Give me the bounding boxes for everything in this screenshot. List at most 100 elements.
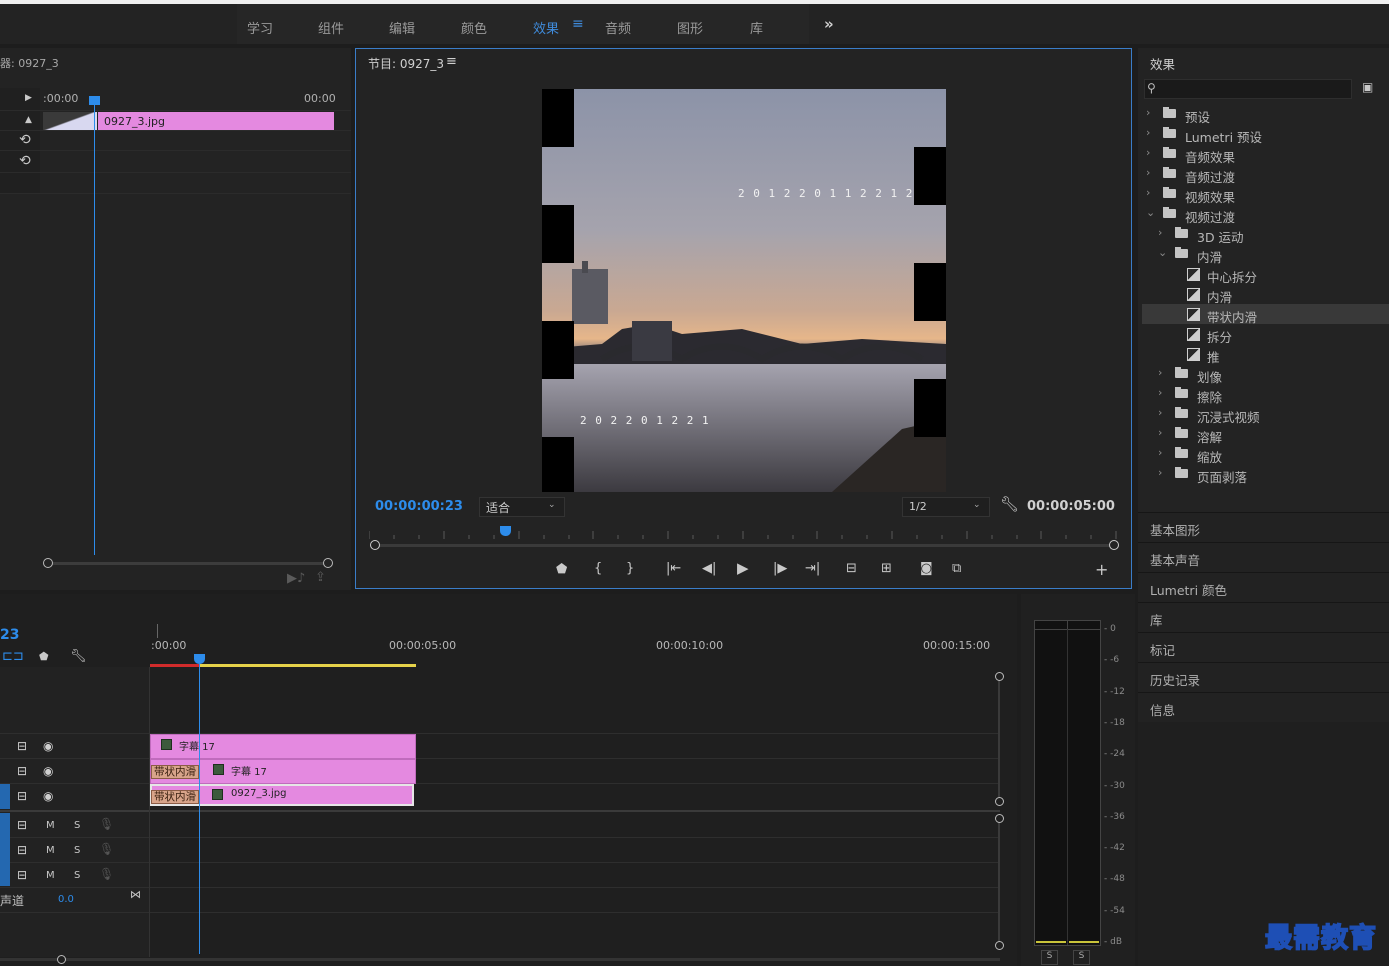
workspace-tab-libraries[interactable]: 库 [750, 18, 763, 37]
work-area-bar[interactable] [200, 664, 416, 667]
play-icon[interactable]: ▶ [737, 561, 749, 576]
toggle-sync-lock-icon[interactable]: ⊟ [17, 739, 27, 753]
scroll-handle[interactable] [995, 814, 1004, 823]
chevron-right-icon[interactable]: › [1146, 126, 1150, 139]
workspace-tab-assembly[interactable]: 组件 [318, 18, 344, 37]
chevron-right-icon[interactable]: › [1158, 466, 1162, 479]
scroll-handle[interactable] [57, 955, 66, 964]
chevron-right-icon[interactable]: › [1158, 226, 1162, 239]
side-panel-tab[interactable]: 标记 [1138, 632, 1389, 662]
effects-tree-item[interactable]: › 缩放 [1142, 444, 1389, 465]
side-panel-tab[interactable]: 基本图形 [1138, 512, 1389, 542]
audio-vertical-scrollbar[interactable] [998, 818, 1000, 946]
mute-button-a2[interactable]: M [46, 845, 55, 856]
effects-tree-item[interactable]: › 音频过渡 [1142, 164, 1389, 185]
monitor-time-ruler[interactable] [368, 527, 1117, 539]
add-button-icon[interactable]: + [1095, 562, 1108, 578]
side-panel-tab[interactable]: 信息 [1138, 692, 1389, 722]
effects-tree-item[interactable]: ⌄ 内滑 [1142, 244, 1389, 265]
go-to-in-icon[interactable]: |⇤ [666, 562, 681, 575]
monitor-playhead[interactable] [500, 526, 511, 536]
side-panel-tab[interactable]: 基本声音 [1138, 542, 1389, 572]
toggle-sync-lock-icon[interactable]: ⊟ [17, 843, 27, 857]
microphone-icon[interactable]: 🎙︎ [99, 867, 114, 881]
export-icon[interactable]: ⇪ [315, 571, 326, 584]
workspace-tab-learn[interactable]: 学习 [247, 18, 273, 37]
clip-indicator-left[interactable] [1035, 621, 1068, 630]
effects-tree-item[interactable]: › 擦除 [1142, 384, 1389, 405]
effects-tree-item[interactable]: 带状内滑 [1142, 304, 1389, 325]
workspace-tab-graphics[interactable]: 图形 [677, 18, 703, 37]
side-panel-tab[interactable]: 库 [1138, 602, 1389, 632]
microphone-icon[interactable]: 🎙︎ [99, 842, 114, 856]
clip-v3-title[interactable]: 字幕 17 [150, 734, 416, 759]
extract-icon[interactable]: ⊞ [881, 562, 892, 575]
effects-panel-title[interactable]: 效果 [1150, 54, 1175, 73]
timeline-current-time[interactable]: 23 [0, 627, 19, 643]
effects-tree-item[interactable]: 中心拆分 [1142, 264, 1389, 285]
chevron-right-icon[interactable]: › [1158, 406, 1162, 419]
zoom-handle-left[interactable] [370, 540, 380, 550]
toggle-sync-lock-icon[interactable]: ⊟ [17, 818, 27, 832]
transition-graphic[interactable] [43, 112, 97, 130]
eye-icon[interactable]: ◉ [43, 739, 53, 753]
reset-icon-2[interactable]: ⟲ [19, 154, 31, 168]
mute-button-a1[interactable]: M [46, 820, 55, 831]
chevron-right-icon[interactable]: › [1146, 106, 1150, 119]
resolution-select[interactable]: 1/2 ⌄ [902, 497, 990, 517]
wrench-icon[interactable]: 🔧︎ [70, 650, 87, 663]
add-marker-icon[interactable]: ⬟ [39, 651, 49, 662]
transition-v1[interactable]: 带状内滑 [151, 790, 199, 804]
toggle-sync-lock-icon[interactable]: ⊟ [17, 764, 27, 778]
scroll-handle-left[interactable] [43, 558, 53, 568]
v1-target-indicator[interactable] [0, 784, 10, 809]
program-monitor-title[interactable]: 节目: 0927_3 [368, 55, 444, 72]
toggle-sync-lock-icon[interactable]: ⊟ [17, 868, 27, 882]
eye-icon[interactable]: ◉ [43, 764, 53, 778]
play-only-audio-icon[interactable]: ▶♪ [287, 572, 305, 585]
step-forward-icon[interactable]: |▶ [773, 562, 787, 575]
workspace-menu-icon[interactable]: ≡ [572, 16, 584, 32]
source-zoom-scrollbar[interactable] [47, 562, 328, 565]
solo-button-a3[interactable]: S [74, 870, 80, 881]
effects-tree-item[interactable]: 内滑 [1142, 284, 1389, 305]
effects-tree-item[interactable]: 拆分 [1142, 324, 1389, 345]
effects-tree-item[interactable]: › 页面剥落 [1142, 464, 1389, 485]
effects-tree-item[interactable]: › 沉浸式视频 [1142, 404, 1389, 425]
fit-select[interactable]: 适合 ⌄ [479, 497, 565, 517]
timeline-ruler[interactable]: :00:00 00:00:05:00 00:00:10:00 00:00:15:… [150, 622, 1010, 666]
zoom-handle-right[interactable] [1109, 540, 1119, 550]
reset-icon[interactable]: ⟲ [19, 133, 31, 147]
add-marker-icon[interactable]: ⬟ [556, 563, 567, 576]
source-clip[interactable]: 0927_3.jpg [98, 112, 334, 130]
more-workspaces-icon[interactable]: » [824, 15, 834, 33]
solo-right-button[interactable]: S [1073, 950, 1090, 965]
solo-left-button[interactable]: S [1041, 950, 1058, 965]
timeline-horizontal-scrollbar[interactable] [0, 958, 1000, 961]
step-back-icon[interactable]: ◀| [702, 562, 716, 575]
snap-icon[interactable]: ⊏⊐ [2, 650, 24, 663]
effects-tree-item[interactable]: › 视频效果 [1142, 184, 1389, 205]
workspace-tab-editing[interactable]: 编辑 [389, 18, 415, 37]
effects-tree-item[interactable]: ⌄ 视频过渡 [1142, 204, 1389, 225]
source-playhead[interactable] [89, 96, 100, 105]
video-vertical-scrollbar[interactable] [998, 676, 1000, 802]
toggle-sync-lock-icon[interactable]: ⊟ [17, 789, 27, 803]
scroll-handle-right[interactable] [323, 558, 333, 568]
solo-button-a1[interactable]: S [74, 820, 80, 831]
scroll-handle[interactable] [995, 672, 1004, 681]
effects-tree-item[interactable]: 推 [1142, 344, 1389, 365]
mark-in-icon[interactable]: { [594, 562, 602, 575]
effects-tree-item[interactable]: › 音频效果 [1142, 144, 1389, 165]
compare-view-icon[interactable]: ⧉ [952, 562, 961, 575]
master-volume-value[interactable]: 0.0 [58, 894, 74, 905]
chevron-right-icon[interactable]: › [1146, 166, 1150, 179]
workspace-tab-audio[interactable]: 音频 [605, 18, 631, 37]
chevron-right-icon[interactable]: › [1158, 446, 1162, 459]
go-to-end-icon[interactable]: ⋈ [130, 889, 141, 900]
source-panel-title[interactable]: 器: 0927_3 [0, 55, 59, 71]
chevron-down-icon[interactable]: ⌄ [1158, 246, 1167, 259]
chevron-down-icon[interactable]: ⌄ [1146, 206, 1155, 219]
expand-triangle-icon[interactable]: ▶ [25, 94, 32, 103]
wrench-icon[interactable]: 🔧︎ [1000, 497, 1019, 512]
